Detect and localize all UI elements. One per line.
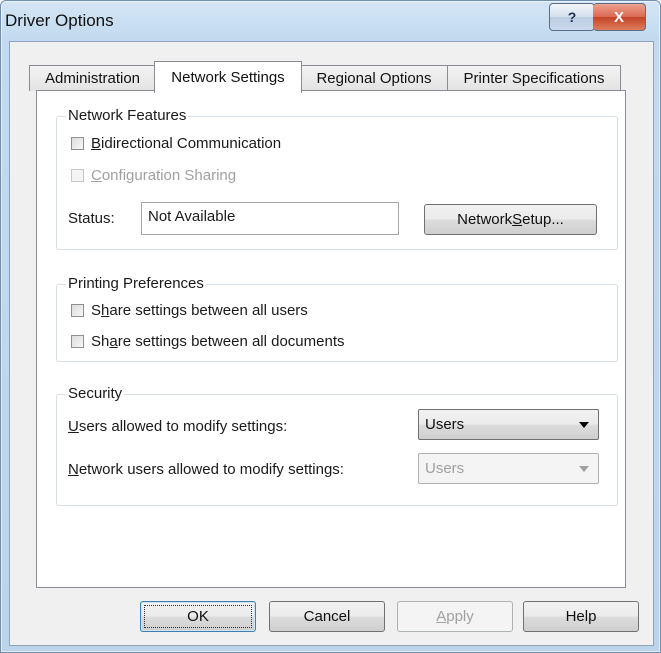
configuration-sharing-label: Configuration Sharing (91, 167, 237, 184)
share-users-checkbox[interactable] (71, 304, 84, 317)
network-features-legend: Network Features (66, 107, 189, 124)
security-legend: Security (66, 385, 125, 402)
bidirectional-label: Bidirectional Communication (91, 135, 282, 152)
tab-network-settings[interactable]: Network Settings (154, 61, 302, 93)
users-allowed-label: Users allowed to modify settings: (68, 418, 288, 435)
network-users-allowed-label: Network users allowed to modify settings… (68, 461, 344, 478)
status-label: Status: (68, 210, 115, 227)
network-setup-button[interactable]: Network Setup... (424, 204, 597, 235)
question-mark-icon: ? (567, 9, 577, 25)
users-allowed-select[interactable]: Users (418, 409, 599, 440)
close-icon: X (613, 8, 624, 26)
dropdown-arrow-icon (579, 465, 589, 472)
cancel-button[interactable]: Cancel (269, 601, 385, 632)
tab-printer-specifications[interactable]: Printer Specifications (447, 65, 621, 91)
window-title: Driver Options (5, 11, 114, 30)
share-users-label: Share settings between all users (91, 302, 308, 319)
tab-panel-network-settings: Network Features Bidirectional Communica… (36, 90, 626, 588)
dropdown-arrow-icon (579, 421, 589, 428)
help-title-button[interactable]: ? (549, 3, 595, 31)
share-documents-checkbox-row[interactable]: Share settings between all documents (71, 333, 345, 350)
close-button[interactable]: X (593, 3, 646, 31)
users-allowed-value: Users (425, 416, 465, 433)
configuration-sharing-checkbox-row[interactable]: Configuration Sharing (71, 167, 236, 184)
share-documents-checkbox[interactable] (71, 335, 84, 348)
share-users-checkbox-row[interactable]: Share settings between all users (71, 302, 308, 319)
configuration-sharing-checkbox[interactable] (71, 169, 84, 182)
bidirectional-checkbox-row[interactable]: Bidirectional Communication (71, 135, 281, 152)
status-field: Not Available (141, 202, 399, 235)
printing-preferences-legend: Printing Preferences (66, 275, 206, 292)
help-button[interactable]: Help (523, 601, 639, 632)
group-printing-preferences: Printing Preferences (56, 275, 618, 362)
bidirectional-checkbox[interactable] (71, 137, 84, 150)
apply-button[interactable]: Apply (397, 601, 513, 632)
network-users-allowed-select[interactable]: Users (418, 453, 599, 484)
network-users-allowed-value: Users (425, 460, 465, 477)
tab-administration[interactable]: Administration (29, 65, 156, 91)
share-documents-label: Share settings between all documents (91, 333, 345, 350)
tab-regional-options[interactable]: Regional Options (300, 65, 448, 91)
ok-button[interactable]: OK (140, 601, 256, 632)
dialog-window: Driver Options ? X Administration Networ… (0, 0, 661, 653)
